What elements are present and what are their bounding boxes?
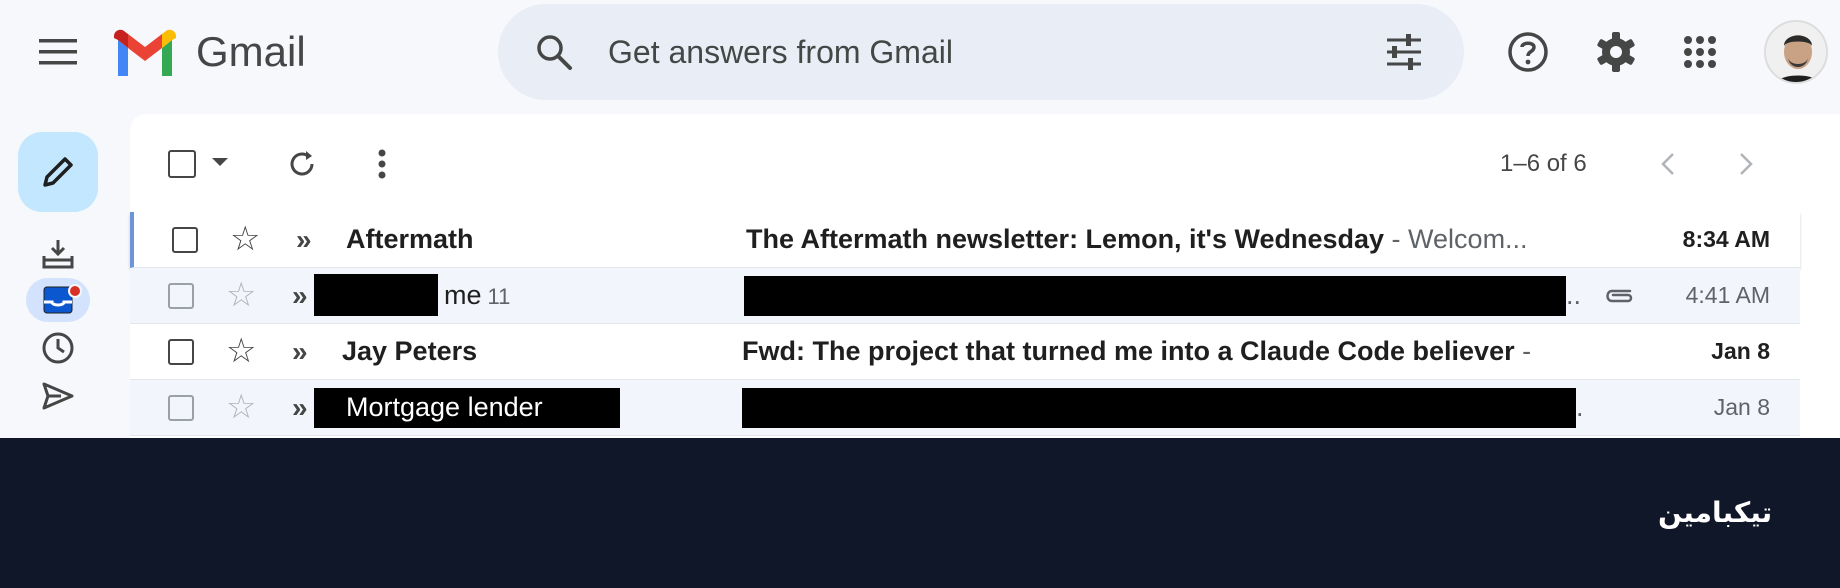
email-date: Jan 8 (1711, 338, 1770, 364)
more-options-button[interactable] (368, 144, 396, 184)
email-row[interactable]: ☆ » me 11 .. 4:41 AM (130, 268, 1800, 324)
chevron-right-icon (1740, 153, 1753, 175)
notification-dot (68, 284, 82, 298)
email-subject-line: Fwd: The project that turned me into a C… (742, 336, 1582, 367)
profile-photo (1766, 22, 1826, 82)
sent-nav[interactable] (38, 376, 78, 416)
gmail-m-icon (114, 29, 176, 76)
send-icon (42, 382, 74, 410)
inbox-arrow-icon (42, 240, 74, 269)
star-icon[interactable]: ☆ (230, 222, 260, 256)
pencil-icon (43, 157, 73, 187)
apps-grid-icon (1684, 36, 1716, 68)
star-icon[interactable]: ☆ (226, 334, 256, 368)
email-sender: Aftermath (346, 224, 474, 254)
google-apps-button[interactable] (1678, 30, 1722, 74)
email-snippet: - Welcom... (1384, 224, 1528, 254)
importance-marker-icon[interactable]: » (292, 392, 308, 424)
snoozed-nav[interactable] (38, 328, 78, 368)
main-menu-button[interactable] (30, 28, 86, 76)
email-snippet: . (1576, 392, 1584, 422)
email-sender: Jay Peters (342, 336, 478, 366)
email-subject-line: The Aftermath newsletter: Lemon, it's We… (746, 224, 1586, 255)
select-all-checkbox[interactable] (168, 150, 196, 178)
email-row[interactable]: ☆ » Mortgage lender . Jan 8 (130, 380, 1800, 436)
redaction-block (744, 276, 1566, 316)
more-vert-icon (378, 149, 386, 179)
row-checkbox[interactable] (168, 339, 194, 365)
refresh-icon (290, 151, 314, 176)
brand-watermark: تیکبامین (1658, 496, 1773, 529)
compose-button[interactable] (18, 132, 98, 212)
pagination-count: 1–6 of 6 (1500, 150, 1587, 177)
attachment-icon (1606, 289, 1633, 303)
email-snippet: - (1514, 336, 1532, 366)
gmail-logo[interactable]: Gmail (114, 28, 306, 76)
star-icon[interactable]: ☆ (226, 390, 256, 424)
search-bar[interactable] (498, 4, 1464, 100)
support-button[interactable] (1506, 30, 1550, 74)
top-bar: Gmail (0, 0, 1840, 104)
watermark-banner: تیکبامین (0, 438, 1840, 588)
refresh-button[interactable] (286, 144, 318, 184)
email-subject: The Aftermath newsletter: Lemon, it's We… (746, 224, 1385, 254)
redaction-block (314, 274, 438, 316)
redaction-block (742, 388, 1576, 428)
select-menu-caret-icon[interactable] (212, 158, 228, 166)
search-options-icon[interactable] (1384, 32, 1424, 72)
search-input[interactable] (608, 24, 1308, 80)
row-checkbox[interactable] (168, 283, 194, 309)
help-icon (1508, 32, 1548, 72)
search-icon[interactable] (534, 32, 574, 72)
app-name: Gmail (196, 28, 306, 75)
email-snippet: .. (1566, 280, 1582, 310)
prev-page-button[interactable] (1652, 148, 1684, 180)
email-sender: Mortgage lender (314, 388, 620, 428)
chevron-left-icon (1661, 153, 1674, 175)
email-sender: me (444, 280, 482, 310)
settings-button[interactable] (1594, 30, 1638, 74)
importance-marker-icon[interactable]: » (292, 336, 308, 368)
next-page-button[interactable] (1730, 148, 1762, 180)
star-icon[interactable]: ☆ (226, 278, 256, 312)
account-avatar[interactable] (1764, 20, 1828, 84)
hamburger-icon (39, 39, 77, 65)
email-date: 8:34 AM (1682, 226, 1770, 252)
thread-count: 11 (487, 284, 511, 309)
email-row[interactable]: ☆ » Aftermath The Aftermath newsletter: … (130, 212, 1800, 268)
clock-icon (42, 332, 74, 364)
email-date: 4:41 AM (1685, 282, 1770, 308)
email-row[interactable]: ☆ » Jay Peters Fwd: The project that tur… (130, 324, 1800, 380)
importance-marker-icon[interactable]: » (296, 224, 312, 256)
email-subject: Fwd: The project that turned me into a C… (742, 336, 1515, 366)
importance-marker-icon[interactable]: » (292, 280, 308, 312)
inbox-download-nav[interactable] (38, 234, 78, 274)
gear-icon (1597, 32, 1635, 72)
email-sender-line: me 11 (444, 280, 510, 311)
email-date: Jan 8 (1713, 394, 1770, 420)
row-checkbox[interactable] (168, 395, 194, 421)
row-checkbox[interactable] (172, 227, 198, 253)
